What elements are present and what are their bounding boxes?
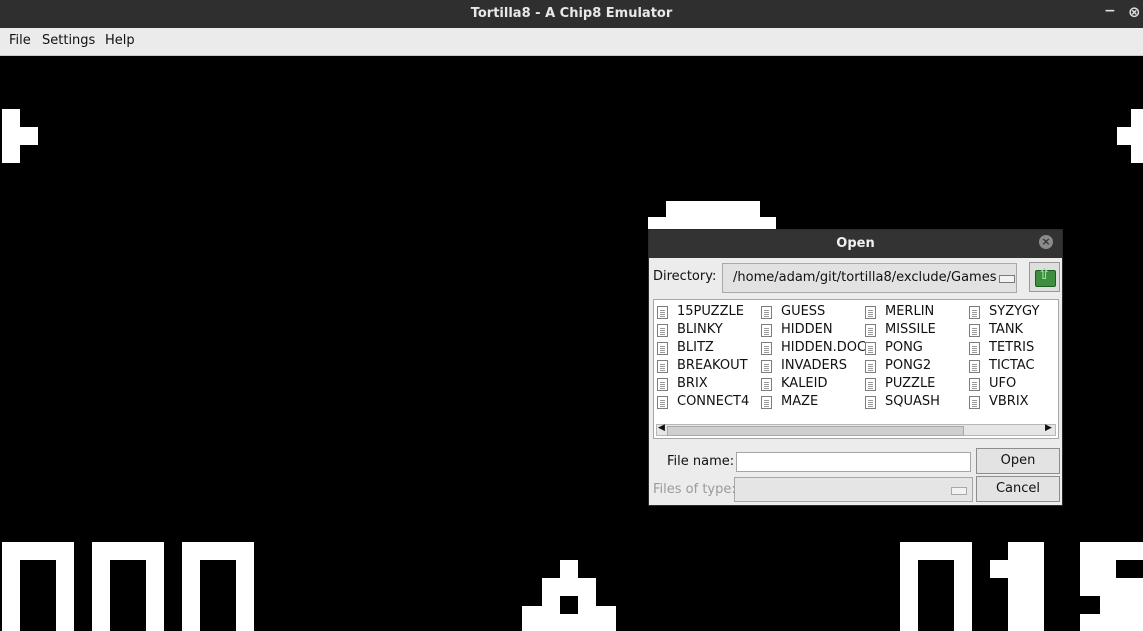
file-item[interactable]: MAZE [761, 393, 865, 411]
file-item[interactable]: VBRIX [969, 393, 1073, 411]
dialog-close-icon[interactable]: × [1039, 235, 1053, 249]
window-title: Tortilla8 - A Chip8 Emulator [470, 6, 673, 21]
file-name-input[interactable] [736, 452, 971, 472]
file-item[interactable]: TANK [969, 321, 1073, 339]
file-item[interactable]: BLINKY [657, 321, 761, 339]
document-icon [657, 378, 668, 391]
combo-arrow-icon [951, 487, 967, 495]
scroll-right-icon[interactable]: ▶ [1045, 423, 1052, 433]
file-item[interactable]: PUZZLE [865, 375, 969, 393]
scroll-left-icon[interactable]: ◀ [658, 423, 665, 433]
ufo-sprite-base [648, 217, 776, 229]
horizontal-scrollbar[interactable]: ◀ ▶ [656, 423, 1056, 436]
document-icon [969, 324, 980, 337]
document-icon [969, 396, 980, 409]
document-icon [657, 342, 668, 355]
file-item[interactable]: MISSILE [865, 321, 969, 339]
left-paddle-nub [20, 127, 38, 145]
file-item[interactable]: BREAKOUT [657, 357, 761, 375]
up-folder-button[interactable]: ⇧ [1029, 262, 1060, 292]
file-list[interactable]: 15PUZZLE BLINKY BLITZ BREAKOUT BRIX CONN… [653, 299, 1059, 439]
document-icon [865, 378, 876, 391]
document-icon [761, 324, 772, 337]
up-arrow-icon: ⇧ [1038, 265, 1051, 283]
directory-value: /home/adam/git/tortilla8/exclude/Games [733, 270, 997, 285]
file-item[interactable]: BLITZ [657, 339, 761, 357]
document-icon [761, 342, 772, 355]
document-icon [657, 324, 668, 337]
menu-bar: File Settings Help [0, 28, 1143, 56]
document-icon [969, 342, 980, 355]
file-item[interactable]: TETRIS [969, 339, 1073, 357]
document-icon [761, 378, 772, 391]
directory-label: Directory: [653, 269, 717, 284]
file-item[interactable]: SQUASH [865, 393, 969, 411]
file-item[interactable]: HIDDEN.DOC [761, 339, 866, 357]
file-item[interactable]: PONG2 [865, 357, 969, 375]
file-name-label: File name: [667, 454, 735, 469]
document-icon [657, 306, 668, 319]
directory-combo[interactable]: /home/adam/git/tortilla8/exclude/Games [722, 263, 1017, 293]
dialog-title: Open [836, 236, 875, 251]
document-icon [865, 324, 876, 337]
scroll-thumb[interactable] [667, 426, 964, 436]
menu-file[interactable]: File [9, 33, 31, 48]
file-item[interactable]: 15PUZZLE [657, 303, 761, 321]
document-icon [865, 342, 876, 355]
files-of-type-label: Files of type: [653, 482, 736, 497]
cancel-button[interactable]: Cancel [976, 476, 1060, 502]
open-file-dialog: Open × Directory: /home/adam/git/tortill… [648, 229, 1063, 506]
file-item[interactable]: SYZYGY [969, 303, 1073, 321]
menu-help[interactable]: Help [105, 33, 135, 48]
file-item[interactable]: CONNECT4 [657, 393, 761, 411]
file-item[interactable]: BRIX [657, 375, 761, 393]
open-button[interactable]: Open [976, 448, 1060, 474]
document-icon [657, 396, 668, 409]
document-icon [761, 306, 772, 319]
right-paddle-nub [1117, 127, 1133, 145]
menu-settings[interactable]: Settings [42, 33, 95, 48]
document-icon [865, 396, 876, 409]
window-titlebar: Tortilla8 - A Chip8 Emulator − ⊗ [0, 0, 1143, 28]
document-icon [865, 360, 876, 373]
file-item[interactable]: PONG [865, 339, 969, 357]
file-item[interactable]: TICTAC [969, 357, 1073, 375]
file-item[interactable]: UFO [969, 375, 1073, 393]
document-icon [969, 306, 980, 319]
minimize-icon[interactable]: − [1104, 3, 1116, 19]
document-icon [865, 306, 876, 319]
file-item[interactable]: KALEID [761, 375, 865, 393]
document-icon [969, 378, 980, 391]
document-icon [761, 396, 772, 409]
file-item[interactable]: INVADERS [761, 357, 865, 375]
dialog-titlebar: Open × [649, 230, 1062, 258]
file-item[interactable]: GUESS [761, 303, 865, 321]
combo-arrow-icon [999, 275, 1015, 283]
document-icon [761, 360, 772, 373]
file-item[interactable]: HIDDEN [761, 321, 865, 339]
files-of-type-select [734, 477, 973, 502]
document-icon [969, 360, 980, 373]
close-icon[interactable]: ⊗ [1128, 3, 1141, 21]
document-icon [657, 360, 668, 373]
file-item[interactable]: MERLIN [865, 303, 969, 321]
left-paddle [2, 109, 20, 163]
